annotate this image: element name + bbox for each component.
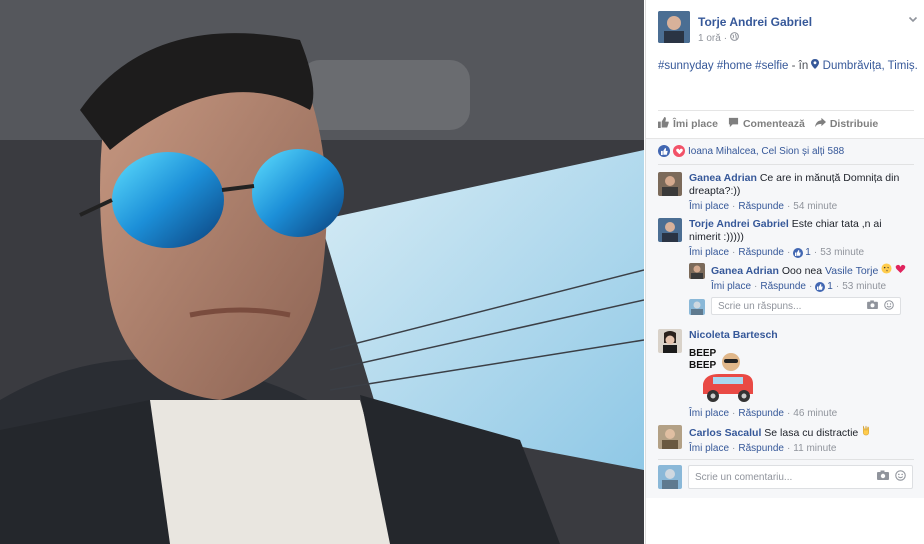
comment-item: Nicoleta Bartesch BEEP BEEP BEEP — [658, 329, 914, 419]
reply-like-link[interactable]: Îmi place — [711, 280, 751, 293]
comment-like-link[interactable]: Îmi place — [689, 442, 729, 455]
share-button[interactable]: Distribuie — [814, 117, 878, 131]
author-avatar[interactable] — [658, 11, 690, 43]
chevron-down-icon[interactable] — [908, 13, 918, 27]
share-arrow-icon — [814, 117, 826, 131]
emoji-icon[interactable] — [895, 470, 906, 484]
comment-reply-link[interactable]: Răspunde — [738, 246, 784, 259]
post-caption: #sunnyday #home #selfie - în Dumbrăvița,… — [658, 59, 920, 73]
reactions-text: Ioana Mihalcea, Cel Sion și alți 588 — [688, 145, 845, 157]
post-meta: 1 oră · — [698, 32, 740, 44]
like-reaction-icon — [793, 247, 804, 258]
comment-author[interactable]: Carlos Sacalul — [689, 427, 761, 439]
selfie-image — [0, 0, 644, 544]
comment-input[interactable]: Scrie un comentariu... — [688, 465, 913, 489]
author-name[interactable]: Torje Andrei Gabriel — [698, 15, 812, 29]
love-reaction-icon — [673, 145, 685, 157]
comment-like-link[interactable]: Îmi place — [689, 407, 729, 420]
comment-author[interactable]: Ganea Adrian — [689, 172, 757, 184]
comment-like-link[interactable]: Îmi place — [689, 246, 729, 259]
current-user-avatar — [658, 465, 682, 489]
comment-text: Se lasa cu distractie — [764, 427, 859, 439]
comment-time[interactable]: 54 minute — [793, 200, 837, 213]
comment-reply-link[interactable]: Răspunde — [738, 407, 784, 420]
emoji-icon[interactable] — [884, 299, 894, 313]
caption-hashtags[interactable]: #sunnyday #home #selfie — [658, 60, 788, 72]
comment-item: Carlos Sacalul Se lasa cu distractie Îmi… — [658, 425, 914, 455]
like-button[interactable]: Îmi place — [658, 116, 718, 131]
reply-text: Ooo nea — [781, 265, 823, 277]
location-pin-icon — [811, 59, 822, 72]
caption-location[interactable]: Dumbrăvița, Timiș. — [823, 60, 918, 72]
current-user-avatar — [689, 299, 705, 315]
camera-icon[interactable] — [867, 299, 878, 313]
caption-in: - în — [791, 60, 809, 72]
globe-icon — [730, 32, 740, 44]
svg-text:BEEP: BEEP — [689, 360, 717, 371]
kiss-emoji-icon — [881, 263, 895, 277]
commenter-avatar[interactable] — [658, 425, 682, 449]
comment-like-count[interactable]: 1 — [793, 246, 811, 259]
reply-mention[interactable]: Vasile Torje — [825, 265, 878, 277]
commenter-avatar[interactable] — [658, 172, 682, 196]
comment-item: Torje Andrei Gabriel Este chiar tata ,n … — [658, 218, 914, 260]
svg-text:BEEP: BEEP — [689, 348, 717, 359]
post-time[interactable]: 1 oră — [698, 33, 721, 44]
comment-like-link[interactable]: Îmi place — [689, 200, 729, 213]
divider — [658, 164, 914, 165]
victory-hand-emoji-icon — [861, 425, 871, 439]
post-sidebar: Torje Andrei Gabriel 1 oră · #sunnyday #… — [645, 0, 924, 544]
post-header: Torje Andrei Gabriel 1 oră · — [658, 11, 920, 47]
reply-input[interactable]: Scrie un răspuns... — [711, 297, 901, 315]
post-photo[interactable] — [0, 0, 644, 544]
comments-section: Ioana Mihalcea, Cel Sion și alți 588 Gan… — [646, 138, 924, 498]
comment-time[interactable]: 53 minute — [820, 246, 864, 259]
comment-icon — [728, 117, 739, 131]
reply-reply-link[interactable]: Răspunde — [760, 280, 806, 293]
comment-button[interactable]: Comentează — [728, 117, 805, 131]
heart-emoji-icon — [895, 264, 906, 277]
commenter-avatar[interactable] — [658, 218, 682, 242]
like-reaction-icon — [658, 145, 670, 157]
camera-icon[interactable] — [877, 470, 889, 484]
comment-author[interactable]: Torje Andrei Gabriel — [689, 218, 789, 230]
beep-sticker: BEEP BEEP BEEP BEEP — [689, 344, 759, 406]
comment-time[interactable]: 11 minute — [793, 442, 836, 455]
comment-author[interactable]: Nicoleta Bartesch — [689, 329, 778, 341]
comment-reply-link[interactable]: Răspunde — [738, 200, 784, 213]
commenter-avatar[interactable] — [658, 329, 682, 353]
replier-avatar[interactable] — [689, 263, 705, 279]
reactions-summary[interactable]: Ioana Mihalcea, Cel Sion și alți 588 — [658, 143, 844, 159]
comment-reply-link[interactable]: Răspunde — [738, 442, 784, 455]
like-reaction-icon — [815, 281, 826, 292]
comment-item: Ganea Adrian Ce are in mănuță Domnița di… — [658, 172, 914, 214]
comment-time[interactable]: 46 minute — [793, 407, 837, 420]
thumbs-up-icon — [658, 116, 669, 131]
reply-item: Ganea Adrian Ooo nea Vasile Torje Îmi pl… — [689, 263, 914, 293]
post-actions: Îmi place Comentează Distribuie — [658, 110, 914, 136]
reply-author[interactable]: Ganea Adrian — [711, 265, 779, 277]
reply-like-count[interactable]: 1 — [815, 280, 833, 293]
reply-time[interactable]: 53 minute — [842, 280, 886, 293]
divider — [658, 459, 914, 460]
